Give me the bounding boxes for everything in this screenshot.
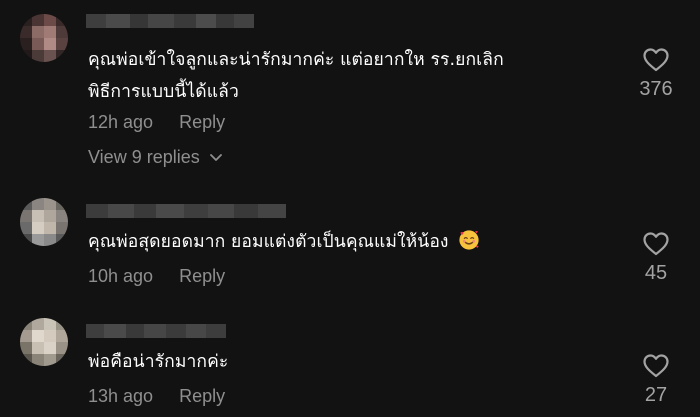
like-button[interactable]: 45 — [626, 232, 686, 285]
comment-text-line: คุณพ่อเข้าใจลูกและน่ารักมากค่ะ แต่อยากให… — [88, 50, 504, 70]
username-blurred[interactable] — [86, 204, 286, 218]
username-blurred[interactable] — [86, 324, 226, 338]
comment-text: คุณพ่อเข้าใจลูกและน่ารักมากค่ะ แต่อยากให… — [88, 44, 504, 108]
timestamp: 13h ago — [88, 386, 154, 406]
comment-meta: 12h ago Reply — [88, 112, 225, 133]
like-count: 27 — [644, 384, 668, 406]
view-replies-button[interactable]: View 9 replies — [88, 147, 222, 168]
like-button[interactable]: 27 — [626, 354, 686, 407]
comment-item: คุณพ่อสุดยอดมาก ยอมแต่งตัวเป็นคุณแม่ให้น… — [0, 190, 700, 300]
comment-text-line: พิธีการแบบนี้ได้แล้ว — [88, 82, 239, 102]
like-button[interactable]: 376 — [626, 48, 686, 101]
heart-icon — [643, 48, 669, 72]
reply-button[interactable]: Reply — [179, 386, 225, 407]
username-blurred[interactable] — [86, 14, 254, 28]
like-count: 376 — [639, 78, 673, 100]
view-replies-label: View 9 replies — [88, 147, 200, 167]
comment-text: คุณพ่อสุดยอดมาก ยอมแต่งตัวเป็นคุณแม่ให้น… — [88, 226, 480, 258]
like-count: 45 — [644, 262, 668, 284]
comment-item: พ่อคือน่ารักมากค่ะ 13h ago Reply 27 — [0, 310, 700, 417]
comment-meta: 10h ago Reply — [88, 266, 225, 287]
timestamp: 10h ago — [88, 266, 154, 286]
heart-icon — [643, 232, 669, 256]
chevron-down-icon — [209, 153, 222, 161]
heart-icon — [643, 354, 669, 378]
smiling-face-with-hearts-icon — [459, 230, 479, 250]
comment-meta: 13h ago Reply — [88, 386, 225, 407]
reply-button[interactable]: Reply — [179, 266, 225, 287]
timestamp: 12h ago — [88, 112, 154, 132]
avatar[interactable] — [20, 14, 68, 62]
comment-text: พ่อคือน่ารักมากค่ะ — [88, 346, 228, 378]
comment-text-line: คุณพ่อสุดยอดมาก ยอมแต่งตัวเป็นคุณแม่ให้น… — [88, 232, 449, 252]
comment-item: คุณพ่อเข้าใจลูกและน่ารักมากค่ะ แต่อยากให… — [0, 0, 700, 180]
avatar[interactable] — [20, 318, 68, 366]
avatar[interactable] — [20, 198, 68, 246]
reply-button[interactable]: Reply — [179, 112, 225, 133]
comment-text-line: พ่อคือน่ารักมากค่ะ — [88, 352, 229, 372]
